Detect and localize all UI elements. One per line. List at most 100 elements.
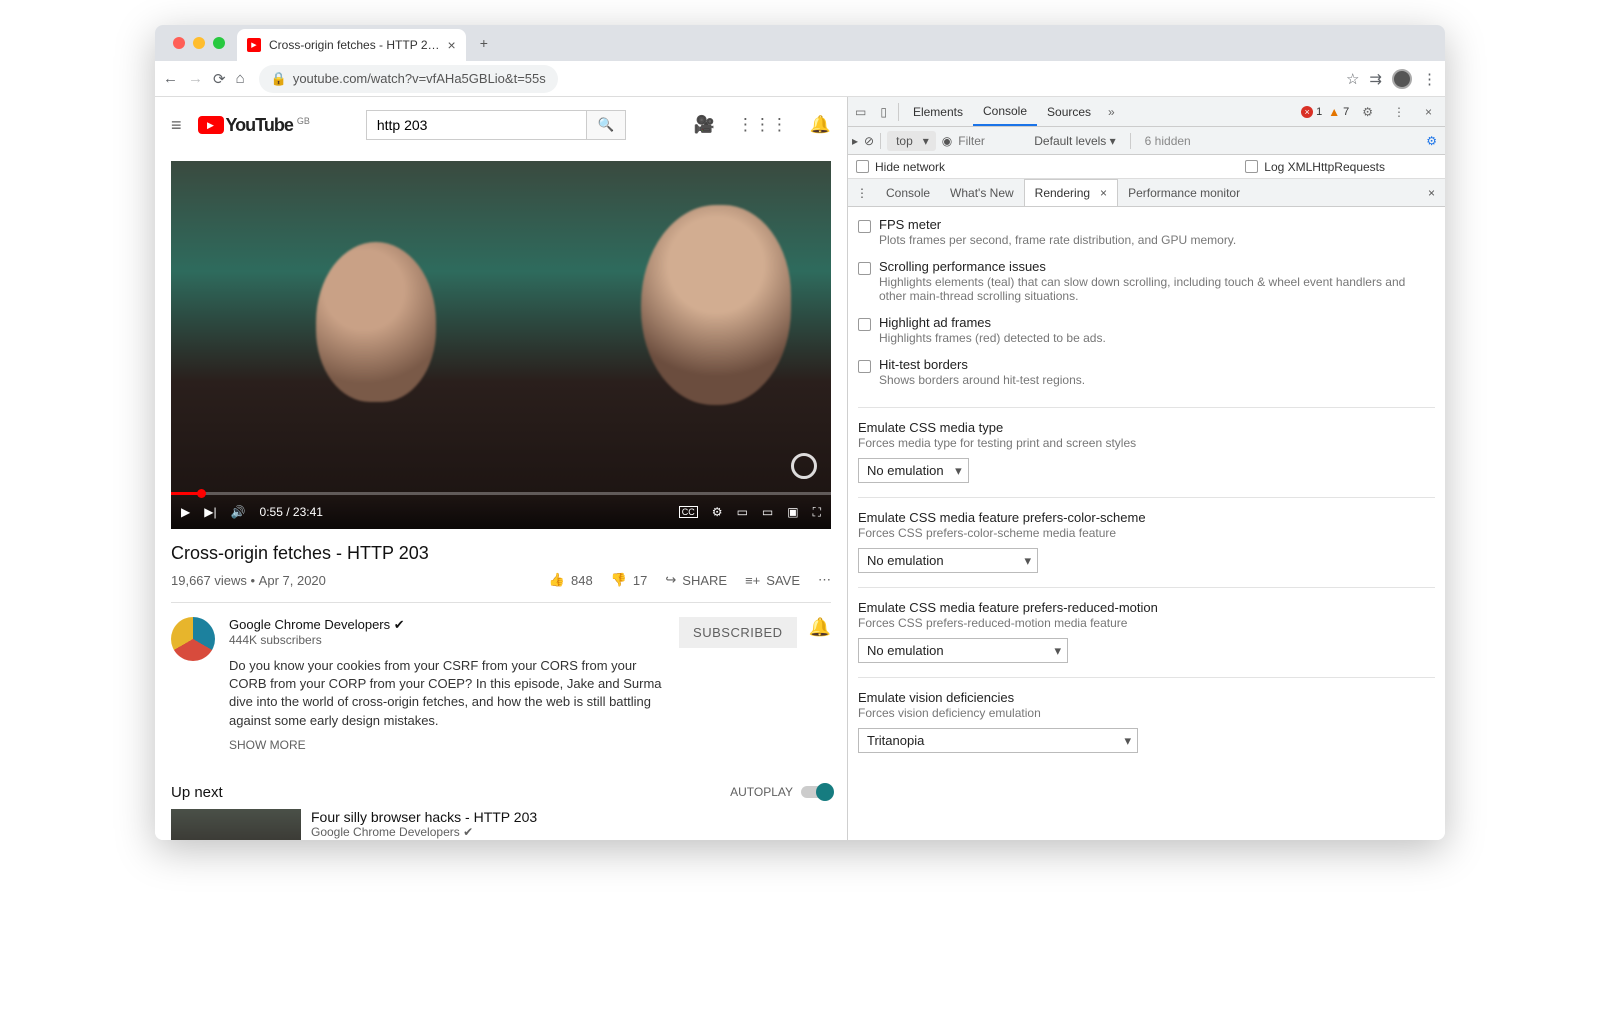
error-badge-icon[interactable]: × [1301, 106, 1313, 118]
browser-tab[interactable]: Cross-origin fetches - HTTP 2… × [237, 29, 466, 61]
youtube-logo[interactable]: YouTubeGB [198, 115, 310, 136]
hamburger-icon[interactable]: ≡ [171, 115, 182, 136]
next-video-item[interactable]: Four silly Four silly browser hacks - HT… [171, 809, 831, 840]
tab-sources[interactable]: Sources [1037, 97, 1101, 126]
devtools-settings-icon[interactable]: ⚙ [1355, 105, 1380, 119]
back-icon[interactable]: ← [163, 70, 178, 87]
miniplayer-icon[interactable]: ▭ [737, 505, 748, 519]
media-type-select[interactable]: No emulation [858, 458, 969, 483]
inspect-icon[interactable]: ▭ [848, 105, 873, 119]
show-more-button[interactable]: SHOW MORE [229, 738, 665, 752]
new-tab-button[interactable]: + [480, 35, 488, 51]
devtools-menu-icon[interactable]: ⋮ [1386, 105, 1412, 119]
bookmark-star-icon[interactable]: ☆ [1346, 70, 1359, 88]
lock-icon: 🔒 [271, 71, 287, 87]
more-actions-icon[interactable]: ⋯ [818, 572, 831, 588]
youtube-search: 🔍 [366, 110, 626, 140]
vision-deficiency-select[interactable]: Tritanopia [858, 728, 1138, 753]
drawer-tab-whatsnew[interactable]: What's New [940, 179, 1024, 206]
tab-elements[interactable]: Elements [903, 97, 973, 126]
tab-title: Cross-origin fetches - HTTP 2… [269, 38, 440, 52]
youtube-favicon [247, 38, 261, 52]
extension-icon[interactable]: ⇉ [1369, 70, 1382, 88]
console-filter-input[interactable] [958, 134, 1028, 148]
chrome-menu-icon[interactable]: ⋮ [1422, 70, 1437, 88]
hide-network-checkbox[interactable] [856, 160, 869, 173]
notification-bell-icon[interactable]: 🔔 [809, 617, 831, 638]
console-settings-icon[interactable]: ⚙ [1426, 134, 1445, 148]
reload-icon[interactable]: ⟳ [213, 70, 226, 88]
create-video-icon[interactable]: 🎥 [694, 115, 715, 135]
more-tabs-icon[interactable]: » [1101, 105, 1122, 119]
device-icon[interactable]: ▯ [873, 105, 894, 119]
save-button[interactable]: ≡+ SAVE [745, 573, 800, 588]
chrome-watermark-icon [791, 453, 817, 479]
clear-console-icon[interactable]: ⊘ [864, 134, 874, 148]
drawer-menu-icon[interactable]: ⋮ [848, 186, 876, 200]
next-icon[interactable]: ▶| [204, 505, 216, 519]
close-drawer-icon[interactable]: × [1418, 186, 1445, 200]
fps-checkbox[interactable] [858, 220, 871, 233]
log-xhr-label: Log XMLHttpRequests [1264, 160, 1385, 174]
console-sidebar-icon[interactable]: ▸ [852, 134, 858, 148]
hide-network-label: Hide network [875, 160, 945, 174]
cast-icon[interactable]: ▣ [787, 505, 798, 519]
color-scheme-select[interactable]: No emulation [858, 548, 1038, 573]
notifications-icon[interactable]: 🔔 [810, 115, 831, 135]
tab-console[interactable]: Console [973, 97, 1037, 126]
youtube-page: ≡ YouTubeGB 🔍 🎥 ⋮⋮⋮ 🔔 ▶ ▶| 🔊 [155, 97, 847, 840]
live-expression-icon[interactable]: ◉ [942, 134, 952, 148]
channel-name[interactable]: Google Chrome Developers [229, 617, 390, 632]
autoplay-toggle[interactable] [801, 786, 831, 798]
play-icon[interactable]: ▶ [181, 505, 190, 519]
fullscreen-icon[interactable]: ⛶ [813, 505, 821, 520]
dislike-button[interactable]: 👎 17 [611, 572, 648, 588]
reduced-motion-select[interactable]: No emulation [858, 638, 1068, 663]
context-selector[interactable]: top [887, 131, 936, 151]
devtools-close-icon[interactable]: × [1418, 105, 1439, 119]
drawer-tab-rendering[interactable]: Rendering× [1024, 179, 1118, 206]
warning-badge-icon[interactable]: ▲ [1328, 105, 1340, 119]
captions-icon[interactable]: CC [679, 506, 698, 518]
home-icon[interactable]: ⌂ [236, 70, 245, 87]
upnext-label: Up next [171, 784, 223, 801]
hidden-count: 6 hidden [1145, 134, 1191, 148]
rendering-panel: FPS meterPlots frames per second, frame … [848, 207, 1445, 840]
volume-icon[interactable]: 🔊 [231, 505, 246, 519]
settings-icon[interactable]: ⚙ [712, 505, 723, 519]
devtools-drawer-tabs: ⋮ Console What's New Rendering× Performa… [848, 179, 1445, 207]
next-video-thumbnail: Four silly [171, 809, 301, 840]
theater-icon[interactable]: ▭ [762, 505, 773, 519]
devtools-panel: ▭ ▯ Elements Console Sources » ×1 ▲7 ⚙ ⋮… [847, 97, 1445, 840]
drawer-tab-console[interactable]: Console [876, 179, 940, 206]
share-button[interactable]: ↪ SHARE [665, 572, 727, 588]
minimize-window[interactable] [193, 37, 205, 49]
forward-icon[interactable]: → [188, 70, 203, 87]
like-button[interactable]: 👍 848 [549, 572, 593, 588]
drawer-tab-perfmon[interactable]: Performance monitor [1118, 179, 1250, 206]
publish-date: Apr 7, 2020 [259, 573, 326, 588]
verified-icon: ✔ [463, 825, 473, 839]
ad-frames-checkbox[interactable] [858, 318, 871, 331]
search-input[interactable] [366, 110, 586, 140]
channel-avatar[interactable] [171, 617, 215, 661]
maximize-window[interactable] [213, 37, 225, 49]
log-xhr-checkbox[interactable] [1245, 160, 1258, 173]
profile-avatar[interactable] [1392, 69, 1412, 89]
next-video-channel: Google Chrome Developers [311, 825, 460, 839]
close-drawer-tab-icon[interactable]: × [1100, 186, 1107, 200]
scroll-perf-checkbox[interactable] [858, 262, 871, 275]
video-description: Do you know your cookies from your CSRF … [229, 657, 665, 730]
address-bar[interactable]: 🔒 youtube.com/watch?v=vfAHa5GBLio&t=55s [259, 65, 558, 93]
search-button[interactable]: 🔍 [586, 110, 626, 140]
url-text: youtube.com/watch?v=vfAHa5GBLio&t=55s [293, 71, 546, 86]
log-levels-selector[interactable]: Default levels ▾ [1034, 134, 1115, 148]
apps-grid-icon[interactable]: ⋮⋮⋮ [737, 115, 788, 135]
hittest-checkbox[interactable] [858, 360, 871, 373]
time-display: 0:55 / 23:41 [260, 505, 323, 519]
close-window[interactable] [173, 37, 185, 49]
video-player[interactable]: ▶ ▶| 🔊 0:55 / 23:41 CC ⚙ ▭ ▭ ▣ ⛶ [171, 161, 831, 529]
subscribe-button[interactable]: SUBSCRIBED [679, 617, 797, 648]
console-toolbar: ▸ ⊘ top ◉ Default levels ▾ 6 hidden ⚙ [848, 127, 1445, 155]
close-tab-icon[interactable]: × [448, 37, 456, 53]
